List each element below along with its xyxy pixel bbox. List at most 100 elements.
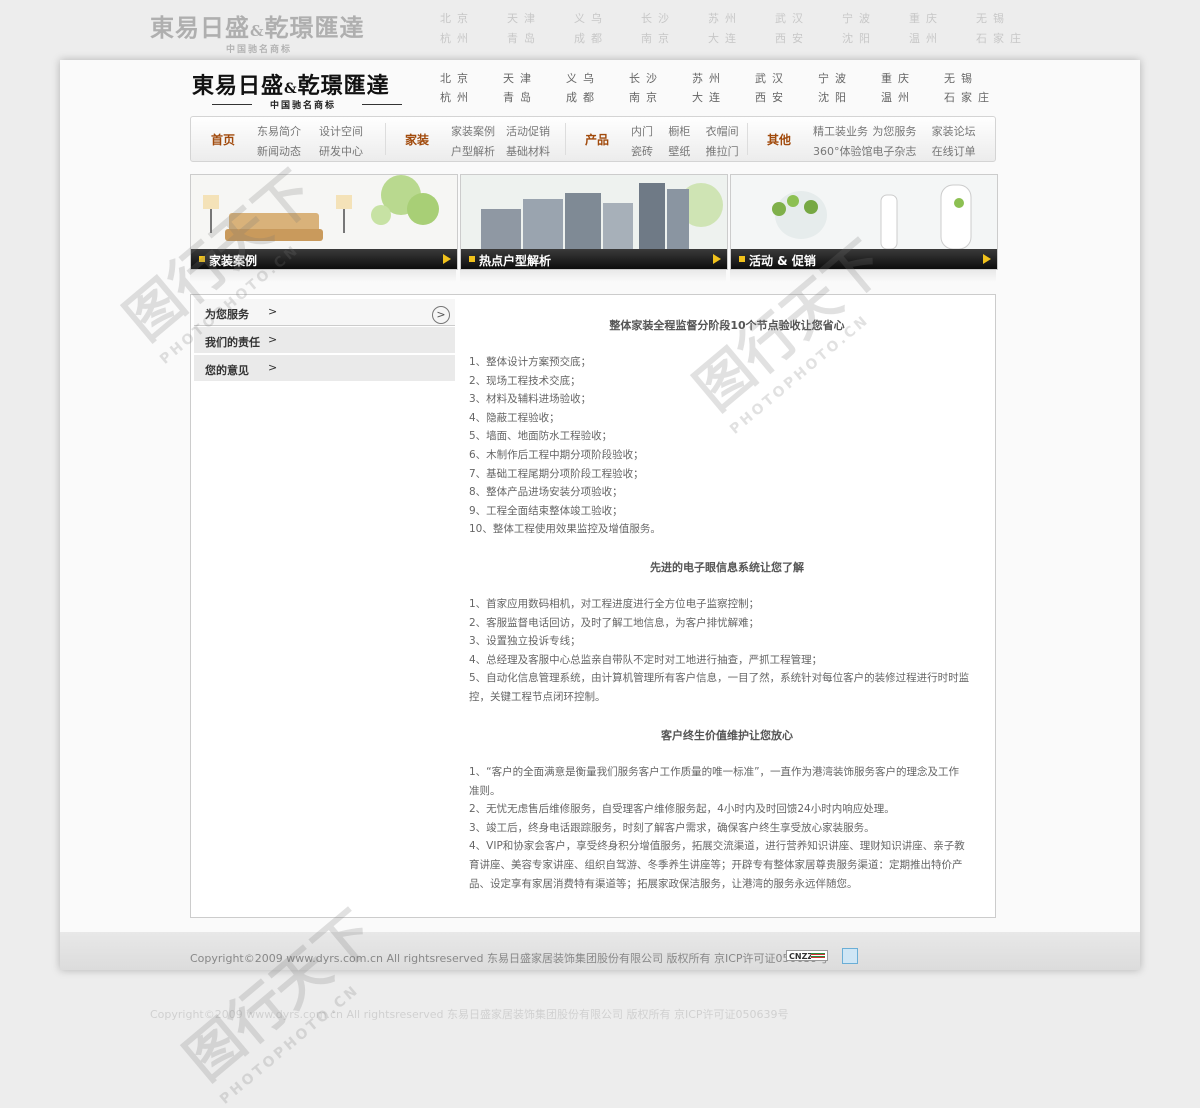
city-link[interactable]: 武汉 <box>755 70 817 86</box>
nav-link[interactable]: 360°体验馆 <box>813 143 873 159</box>
article-line: 4、VIP和协家会客户，享受终身积分增值服务，拓展交流渠道，进行营养知识讲座、理… <box>469 840 965 853</box>
sidebar-item-service[interactable]: 为您服务 > > <box>194 299 455 326</box>
banner-label-promotions: 活动 & 促销 <box>749 254 816 268</box>
city-link[interactable]: 重庆 <box>909 10 971 26</box>
ghost-logo-main: 東易日盛 <box>150 13 250 42</box>
nav-link[interactable]: 家装论坛 <box>932 123 976 139</box>
nav-link[interactable]: 家装案例 <box>451 123 495 139</box>
city-link[interactable]: 杭州 <box>440 30 502 46</box>
city-link[interactable]: 宁波 <box>818 70 880 86</box>
city-link[interactable]: 长沙 <box>629 70 691 86</box>
city-link[interactable]: 青岛 <box>507 30 569 46</box>
city-link[interactable]: 石家庄 <box>976 30 1038 46</box>
nav-link[interactable]: 内门 <box>631 123 653 139</box>
article-line: 准则。 <box>469 784 501 797</box>
article-line: 3、设置独立投诉专线； <box>469 635 581 648</box>
banner-label-floorplan: 热点户型解析 <box>479 254 552 268</box>
article-line: 2、客服监督电话回访，及时了解工地信息，为客户排忧解难； <box>469 616 760 629</box>
city-link[interactable]: 天津 <box>507 10 569 26</box>
nav-link[interactable]: 户型解析 <box>451 143 495 159</box>
city-link[interactable]: 温州 <box>909 30 971 46</box>
nav-main-0[interactable]: 首页 <box>211 131 235 148</box>
city-link[interactable]: 杭州 <box>440 89 502 105</box>
nav-main-1[interactable]: 家装 <box>405 131 429 148</box>
city-link[interactable]: 成都 <box>566 89 628 105</box>
nav-main-2[interactable]: 产品 <box>585 131 609 148</box>
banner-home-cases[interactable]: 家装案例 <box>190 174 458 270</box>
main-nav: 首页 东易简介 设计空间新闻动态 研发中心 家装 家装案例 活动促销 户型解析 基础材料 产品 内门… <box>190 116 996 162</box>
city-link[interactable]: 青岛 <box>503 89 565 105</box>
nav-link[interactable]: 电子杂志 <box>872 143 916 159</box>
nav-link[interactable]: 东易简介 <box>257 123 301 139</box>
city-link[interactable]: 沈阳 <box>842 30 904 46</box>
city-link[interactable]: 宁波 <box>842 10 904 26</box>
page-footer: Copyright©2009 www.dyrs.com.cn All right… <box>60 932 1140 970</box>
ghost-logo-sub: 中国驰名商标 <box>226 45 293 55</box>
city-link[interactable]: 石家庄 <box>944 89 1006 105</box>
city-link[interactable]: 大连 <box>708 30 770 46</box>
nav-link[interactable]: 推拉门 <box>706 143 739 159</box>
brand-logo[interactable]: 東易日盛&乾璟匯達 中国驰名商标 <box>192 68 407 114</box>
circle-arrow-icon[interactable]: > <box>432 306 450 324</box>
nav-link[interactable]: 瓷砖 <box>631 143 653 159</box>
nav-link[interactable]: 衣帽间 <box>706 123 739 139</box>
city-link[interactable]: 成都 <box>574 30 636 46</box>
content-panel: 为您服务 > > 我们的责任 > 您的意见 > 整体家装全程监督分阶段10个节点… <box>190 294 996 918</box>
article-line: 4、隐蔽工程验收； <box>469 411 560 424</box>
logo-amp: & <box>284 81 298 97</box>
city-link[interactable]: 南京 <box>629 89 691 105</box>
city-link[interactable]: 西安 <box>755 89 817 105</box>
article-line: 8、整体产品进场安装分项验收； <box>469 486 623 499</box>
nav-link[interactable]: 精工装业务 <box>813 123 868 139</box>
article-line: 2、现场工程技术交底； <box>469 374 581 387</box>
ghost-copyright: Copyright©2009 www.dyrs.com.cn All right… <box>150 1008 789 1021</box>
city-link[interactable]: 武汉 <box>775 10 837 26</box>
nav-link[interactable]: 新闻动态 <box>257 143 301 159</box>
section-title: 客户终生价值维护让您放心 <box>661 729 793 742</box>
sidebar-item-label: 我们的责任 <box>205 336 260 349</box>
sidebar-arrow: > <box>268 333 278 346</box>
faded-footer-reflection: Copyright©2009 www.dyrs.com.cn All right… <box>0 996 1200 1031</box>
nav-main-3[interactable]: 其他 <box>767 131 791 148</box>
city-link[interactable]: 温州 <box>881 89 943 105</box>
city-link[interactable]: 苏州 <box>692 70 754 86</box>
city-link[interactable]: 天津 <box>503 70 565 86</box>
section-title: 整体家装全程监督分阶段10个节点验收让您省心 <box>609 319 845 332</box>
copyright-text: Copyright©2009 www.dyrs.com.cn All right… <box>190 952 829 965</box>
city-link[interactable]: 无锡 <box>976 10 1038 26</box>
nav-link[interactable]: 设计空间 <box>319 123 363 139</box>
ghost-city-list: 北京 天津 义乌 长沙 苏州 武汉 宁波 重庆 无锡杭州 青岛 成都 南京 大连 西安 沈阳 温州 石家庄 <box>440 10 1060 50</box>
nav-link[interactable]: 为您服务 <box>872 123 916 139</box>
ghost-logo-second: 乾璟匯達 <box>264 13 365 42</box>
nav-link[interactable]: 基础材料 <box>506 143 550 159</box>
city-link[interactable]: 义乌 <box>574 10 636 26</box>
article-line: 5、自动化信息管理系统，由计算机管理所有客户信息，一目了然，系统针对每位客户的装… <box>469 672 970 685</box>
nav-link[interactable]: 壁纸 <box>668 143 690 159</box>
sidebar-item-responsibility[interactable]: 我们的责任 > <box>194 327 455 353</box>
faded-header-reflection: 東易日盛&乾璟匯達 中国驰名商标 北京 天津 义乌 长沙 苏州 武汉 宁波 重庆 无锡 杭州 青岛成… <box>0 0 1200 58</box>
city-link[interactable]: 大连 <box>692 89 754 105</box>
cnzz-badge[interactable]: CNZZ <box>786 950 828 961</box>
nav-link[interactable]: 橱柜 <box>668 123 690 139</box>
city-link[interactable]: 沈阳 <box>818 89 880 105</box>
nav-link[interactable]: 在线订单 <box>932 143 976 159</box>
city-link[interactable]: 长沙 <box>641 10 703 26</box>
city-link[interactable]: 义乌 <box>566 70 628 86</box>
city-link[interactable]: 北京 <box>440 10 502 26</box>
city-link[interactable]: 苏州 <box>708 10 770 26</box>
city-link[interactable]: 无锡 <box>944 70 1006 86</box>
article-line: 控，关键工程节点闭环控制。 <box>469 691 606 703</box>
logo-main-text: 東易日盛 <box>192 73 285 99</box>
stats-icon[interactable] <box>842 948 858 964</box>
sidebar-item-feedback[interactable]: 您的意见 > <box>194 355 455 381</box>
city-link[interactable]: 西安 <box>775 30 837 46</box>
city-link[interactable]: 南京 <box>641 30 703 46</box>
banner-promotions[interactable]: 活动 & 促销 <box>730 174 998 270</box>
banner-label-home-cases: 家装案例 <box>209 254 258 268</box>
article-line: 7、基础工程尾期分项阶段工程验收； <box>469 467 644 480</box>
banner-floorplan[interactable]: 热点户型解析 <box>460 174 728 270</box>
city-link[interactable]: 重庆 <box>881 70 943 86</box>
nav-link[interactable]: 活动促销 <box>506 123 550 139</box>
nav-link[interactable]: 研发中心 <box>319 143 363 159</box>
city-link[interactable]: 北京 <box>440 70 502 86</box>
